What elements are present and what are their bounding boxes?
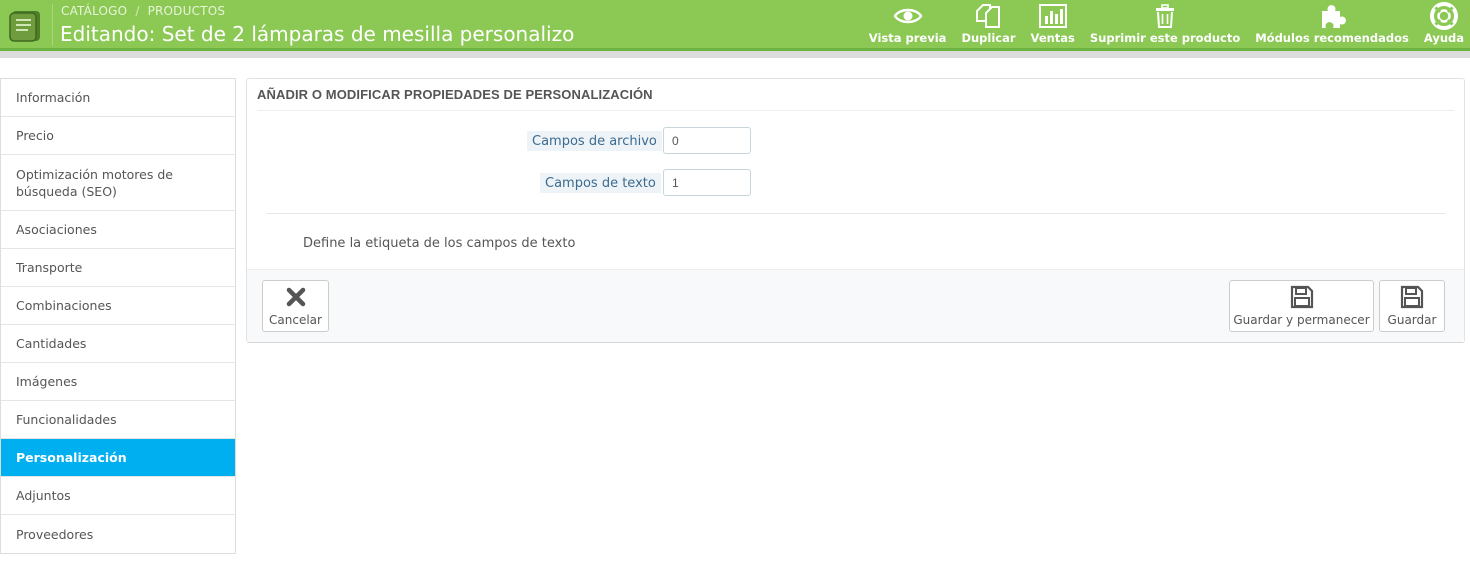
bar-chart-icon [1038,2,1068,30]
sidebar-item-personalizacion[interactable]: Personalización [1,439,235,477]
recommended-modules-button[interactable]: Módulos recomendados [1255,2,1409,45]
toolbar: Vista previa Duplicar Ventas Suprimir es… [854,2,1464,48]
delete-product-button[interactable]: Suprimir este producto [1090,2,1240,45]
breadcrumb: CATÁLOGO / PRODUCTOS [61,4,225,18]
panel-heading: AÑADIR O MODIFICAR PROPIEDADES DE PERSON… [257,79,1454,111]
form-divider [267,213,1445,214]
file-fields-label: Campos de archivo [527,131,662,151]
product-tabs-sidebar: Información Precio Optimización motores … [0,78,236,554]
header-divider [52,4,53,46]
sidebar-item-seo[interactable]: Optimización motores de búsqueda (SEO) [1,155,235,211]
sidebar-item-proveedores[interactable]: Proveedores [1,515,235,553]
sidebar-item-transporte[interactable]: Transporte [1,249,235,287]
sales-button[interactable]: Ventas [1031,2,1075,45]
preview-button[interactable]: Vista previa [868,2,947,45]
sidebar-item-funcionalidades[interactable]: Funcionalidades [1,401,235,439]
help-label: Ayuda [1423,31,1464,45]
sidebar-item-precio[interactable]: Precio [1,117,235,155]
text-fields-label: Campos de texto [540,173,661,193]
breadcrumb-products[interactable]: PRODUCTOS [148,4,226,18]
trash-icon [1153,2,1177,30]
header-shadow-strip [0,51,1470,58]
close-icon [286,284,306,310]
save-and-stay-button[interactable]: Guardar y permanecer [1229,280,1374,332]
save-button[interactable]: Guardar [1379,280,1445,332]
define-text-fields-label: Define la etiqueta de los campos de text… [303,236,576,251]
cancel-button[interactable]: Cancelar [262,280,329,332]
text-fields-input[interactable] [663,169,751,196]
floppy-disk-icon [1290,284,1314,310]
duplicate-label: Duplicar [961,31,1016,45]
file-fields-input[interactable] [663,127,751,154]
panel-footer: Cancelar Guardar y permanecer Guardar [247,269,1464,342]
floppy-disk-icon [1400,284,1424,310]
customization-panel: AÑADIR O MODIFICAR PROPIEDADES DE PERSON… [246,78,1465,343]
delete-product-label: Suprimir este producto [1089,31,1241,45]
save-label: Guardar [1387,313,1437,327]
copy-icon [973,2,1003,30]
breadcrumb-separator: / [135,4,140,18]
sales-label: Ventas [1030,31,1075,45]
duplicate-button[interactable]: Duplicar [961,2,1016,45]
page-header: CATÁLOGO / PRODUCTOS Editando: Set de 2 lá… [0,0,1470,51]
sidebar-item-imagenes[interactable]: Imágenes [1,363,235,401]
sidebar-item-combinaciones[interactable]: Combinaciones [1,287,235,325]
help-button[interactable]: Ayuda [1424,2,1464,45]
puzzle-icon [1318,2,1346,30]
lifebuoy-icon [1429,2,1459,30]
preview-label: Vista previa [868,31,947,45]
recommended-modules-label: Módulos recomendados [1255,31,1409,45]
sidebar-item-cantidades[interactable]: Cantidades [1,325,235,363]
eye-icon [893,2,923,30]
save-and-stay-label: Guardar y permanecer [1233,313,1370,327]
cancel-label: Cancelar [269,313,322,327]
catalog-book-icon [0,0,50,51]
sidebar-item-asociaciones[interactable]: Asociaciones [1,211,235,249]
sidebar-item-informacion[interactable]: Información [1,79,235,117]
page-title: Editando: Set de 2 lámparas de mesilla p… [60,22,575,46]
sidebar-item-adjuntos[interactable]: Adjuntos [1,477,235,515]
breadcrumb-catalog[interactable]: CATÁLOGO [61,4,127,18]
